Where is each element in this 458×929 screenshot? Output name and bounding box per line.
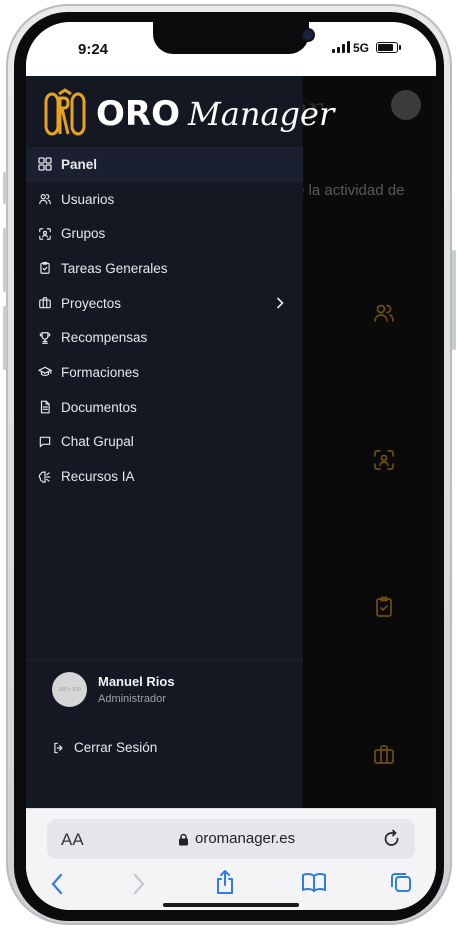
sidebar-item-documentos[interactable]: Documentos bbox=[26, 390, 303, 425]
power-button bbox=[452, 250, 456, 350]
sidebar-item-grupos[interactable]: Grupos bbox=[26, 216, 303, 251]
users-icon bbox=[374, 304, 394, 322]
reload-icon[interactable] bbox=[383, 829, 401, 849]
back-icon[interactable] bbox=[50, 873, 64, 895]
tabs-icon[interactable] bbox=[390, 871, 412, 893]
background-avatar bbox=[391, 90, 421, 120]
sidebar-item-label: Recompensas bbox=[61, 330, 148, 346]
share-icon[interactable] bbox=[215, 869, 235, 895]
sidebar-item-label: Panel bbox=[61, 156, 98, 172]
scan-users-icon bbox=[374, 450, 394, 470]
sidebar-item-tareas-generales[interactable]: Tareas Generales bbox=[26, 251, 303, 286]
file-text-icon bbox=[38, 400, 52, 414]
status-bar: 9:24 5G bbox=[26, 22, 436, 76]
logout-button[interactable]: Cerrar Sesión bbox=[52, 740, 157, 755]
brain-icon bbox=[38, 470, 52, 484]
volume-down-button bbox=[3, 306, 7, 370]
text-size-button[interactable]: AA bbox=[61, 830, 84, 850]
message-square-icon bbox=[38, 435, 52, 449]
sidebar-item-label: Chat Grupal bbox=[61, 434, 134, 450]
sidebar-nav: Panel Usuarios Grupos Tareas Generales P… bbox=[26, 147, 303, 494]
sidebar-item-panel[interactable]: Panel bbox=[26, 147, 303, 182]
logout-icon bbox=[54, 742, 63, 753]
briefcase-icon bbox=[374, 745, 394, 764]
home-indicator bbox=[163, 903, 299, 907]
side-drawer: ORO Manager Panel Usuarios Grupos Tareas… bbox=[26, 76, 334, 808]
bookmarks-icon[interactable] bbox=[301, 872, 327, 892]
scan-users-icon bbox=[38, 227, 52, 241]
sidebar-item-label: Formaciones bbox=[61, 364, 140, 380]
user-role: Administrador bbox=[98, 693, 166, 705]
user-name: Manuel Rios bbox=[98, 674, 175, 689]
silent-switch bbox=[3, 172, 7, 204]
avatar-placeholder-text: 100 × 100 bbox=[58, 686, 81, 693]
sidebar-item-label: Usuarios bbox=[61, 191, 115, 207]
sidebar-item-label: Grupos bbox=[61, 226, 106, 242]
sidebar-item-label: Documentos bbox=[61, 399, 137, 415]
logo-script-text: Manager bbox=[188, 95, 335, 133]
user-profile[interactable]: 100 × 100 Manuel Rios Administrador bbox=[52, 672, 175, 707]
sidebar-item-formaciones[interactable]: Formaciones bbox=[26, 355, 303, 390]
trophy-icon bbox=[38, 331, 52, 345]
clipboard-check-icon bbox=[38, 261, 52, 275]
sidebar-item-recompensas[interactable]: Recompensas bbox=[26, 320, 303, 355]
background-text: e la actividad de bbox=[296, 182, 405, 199]
address-bar[interactable]: AA oromanager.es bbox=[47, 819, 415, 859]
sidebar-item-label: Proyectos bbox=[61, 295, 122, 311]
phone-screen: 9:24 5G er e la actividad de ORO Manager… bbox=[26, 22, 436, 910]
browser-toolbar bbox=[26, 869, 436, 899]
briefcase-icon bbox=[38, 296, 52, 310]
oro-logo-icon bbox=[44, 88, 86, 136]
notch bbox=[153, 22, 313, 54]
signal-icon bbox=[332, 41, 350, 53]
logout-label: Cerrar Sesión bbox=[74, 740, 158, 755]
logo-brand-text: ORO bbox=[96, 94, 180, 134]
network-label: 5G bbox=[353, 41, 370, 55]
sidebar-item-usuarios[interactable]: Usuarios bbox=[26, 182, 303, 217]
front-camera bbox=[303, 30, 313, 40]
battery-icon bbox=[376, 42, 401, 53]
sidebar-item-chat-grupal[interactable]: Chat Grupal bbox=[26, 425, 303, 460]
sidebar-item-label: Tareas Generales bbox=[61, 260, 168, 276]
forward-icon[interactable] bbox=[132, 873, 146, 895]
sidebar-item-label: Recursos IA bbox=[61, 469, 135, 485]
users-icon bbox=[38, 192, 52, 206]
graduation-cap-icon bbox=[38, 365, 52, 379]
sidebar-item-proyectos[interactable]: Proyectos bbox=[26, 286, 303, 321]
url-domain: oromanager.es bbox=[195, 830, 296, 847]
avatar: 100 × 100 bbox=[52, 672, 87, 707]
app-view: er e la actividad de ORO Manager Panel U… bbox=[26, 76, 436, 808]
volume-up-button bbox=[3, 228, 7, 292]
grid-icon bbox=[38, 157, 52, 171]
user-info: Manuel Rios Administrador bbox=[98, 674, 175, 705]
browser-bar: AA oromanager.es bbox=[26, 808, 436, 910]
sidebar-item-recursos-ia[interactable]: Recursos IA bbox=[26, 459, 303, 494]
clipboard-check-icon bbox=[376, 596, 392, 617]
lock-icon bbox=[179, 833, 188, 846]
divider bbox=[26, 659, 303, 660]
logo[interactable]: ORO Manager bbox=[42, 84, 334, 144]
status-time: 9:24 bbox=[78, 41, 109, 58]
chevron-right-icon[interactable] bbox=[275, 297, 285, 312]
